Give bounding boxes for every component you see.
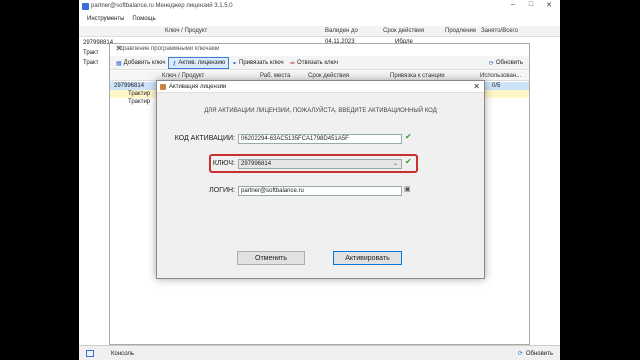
status-refresh-button[interactable]: ⟳ Обновить [515, 348, 556, 359]
activate-button[interactable]: Активировать [333, 251, 402, 265]
col-renewal[interactable]: Продление [445, 28, 476, 34]
row-product: Трактир [128, 99, 151, 105]
activation-title: Активация лицензии [169, 84, 227, 90]
menu-tools[interactable]: Инструменты [87, 16, 124, 22]
activate-license-button[interactable]: ⚷ Актив. лицензию [168, 57, 230, 69]
check-icon: ✔ [405, 157, 412, 166]
unlink-icon: ⚮ [290, 60, 296, 67]
col-key-product[interactable]: Ключ / Продукт [165, 28, 207, 34]
main-titlebar: partner@softbalance.ru Менеджер лицензий… [79, 0, 560, 12]
refresh-icon: ⟳ [488, 60, 494, 67]
login-field[interactable]: partner@softbalance.ru [238, 186, 402, 196]
col-usage[interactable]: Использован... [480, 73, 521, 79]
close-icon[interactable]: ✕ [544, 1, 554, 9]
mgmt-titlebar: Управление программными ключами ✕ [110, 44, 529, 55]
add-key-button[interactable]: ▦ Добавить ключ [112, 57, 170, 69]
add-icon: ▦ [116, 60, 122, 67]
check-icon: ✔ [405, 132, 412, 141]
mgmt-toolbar: ▦ Добавить ключ ⚷ Актив. лицензию ⚭ Прив… [110, 56, 529, 70]
row-usage: 0/5 [492, 83, 501, 89]
app-icon [82, 3, 89, 10]
activation-titlebar: Активация лицензии ✕ [157, 81, 484, 93]
col-validity[interactable]: Срок действия [308, 73, 349, 79]
col-station-binding[interactable]: Привязка к станции [390, 73, 445, 79]
col-valid-until[interactable]: Валиден до [325, 28, 358, 34]
activation-code-field[interactable]: 06202294-63AC5135FCA1798D451A5F [238, 134, 402, 144]
license-icon [160, 84, 166, 90]
menu-help[interactable]: Помощь [132, 16, 155, 22]
maximize-icon[interactable]: □ [526, 1, 536, 8]
minimize-icon[interactable]: – [508, 1, 518, 8]
activation-prompt: ДЛЯ АКТИВАЦИИ ЛИЦЕНЗИИ, ПОЖАЛУЙСТА, ВВЕД… [204, 108, 437, 114]
main-table-header: Ключ / Продукт Валиден до Срок действия … [79, 26, 560, 37]
key-icon: ⚷ [172, 60, 177, 67]
console-button[interactable]: Консоль [83, 348, 137, 359]
bind-key-label: Привязать ключ [239, 60, 284, 66]
mgmt-refresh-label: Обновить [495, 60, 523, 66]
mgmt-refresh-button[interactable]: ⟳ Обновить [485, 57, 527, 69]
link-icon: ⚭ [232, 60, 238, 67]
main-title: partner@softbalance.ru Менеджер лицензий… [91, 3, 233, 9]
code-label: КОД АКТИВАЦИИ: [174, 135, 235, 142]
statusbar: Консоль ⟳ Обновить [79, 345, 560, 360]
col-used-total[interactable]: Занято/Всего [481, 28, 518, 34]
close-icon[interactable]: ✕ [116, 44, 524, 53]
add-key-label: Добавить ключ [123, 60, 166, 66]
status-refresh-label: Обновить [525, 350, 553, 357]
console-icon [86, 350, 94, 357]
unbind-key-button[interactable]: ⚮ Отвязать ключ [286, 57, 342, 69]
row-product: Трактир [128, 91, 151, 97]
activate-license-label: Актив. лицензию [178, 60, 226, 66]
col-key-product[interactable]: Ключ / Продукт [162, 73, 204, 79]
key-select[interactable]: 297996814 ⌄ [238, 159, 402, 169]
activation-dialog: Активация лицензии ✕ ДЛЯ АКТИВАЦИИ ЛИЦЕН… [156, 80, 485, 279]
col-validity[interactable]: Срок действия [383, 28, 424, 34]
cancel-button[interactable]: Отменить [237, 251, 305, 265]
unbind-key-label: Отвязать ключ [297, 60, 338, 66]
bind-key-button[interactable]: ⚭ Привязать ключ [228, 57, 288, 69]
col-workplaces[interactable]: Раб. места [260, 73, 290, 79]
close-icon[interactable]: ✕ [473, 82, 480, 91]
login-label: ЛОГИН: [209, 187, 235, 194]
row-key: 297996814 [114, 83, 145, 89]
key-value: 297996814 [241, 161, 272, 167]
key-label: КЛЮЧ: [212, 160, 235, 167]
console-label: Консоль [111, 350, 135, 357]
lock-icon: ▣ [404, 186, 411, 193]
chevron-down-icon: ⌄ [392, 161, 398, 167]
refresh-icon: ⟳ [517, 351, 523, 357]
menubar: Инструменты Помощь [79, 13, 560, 25]
